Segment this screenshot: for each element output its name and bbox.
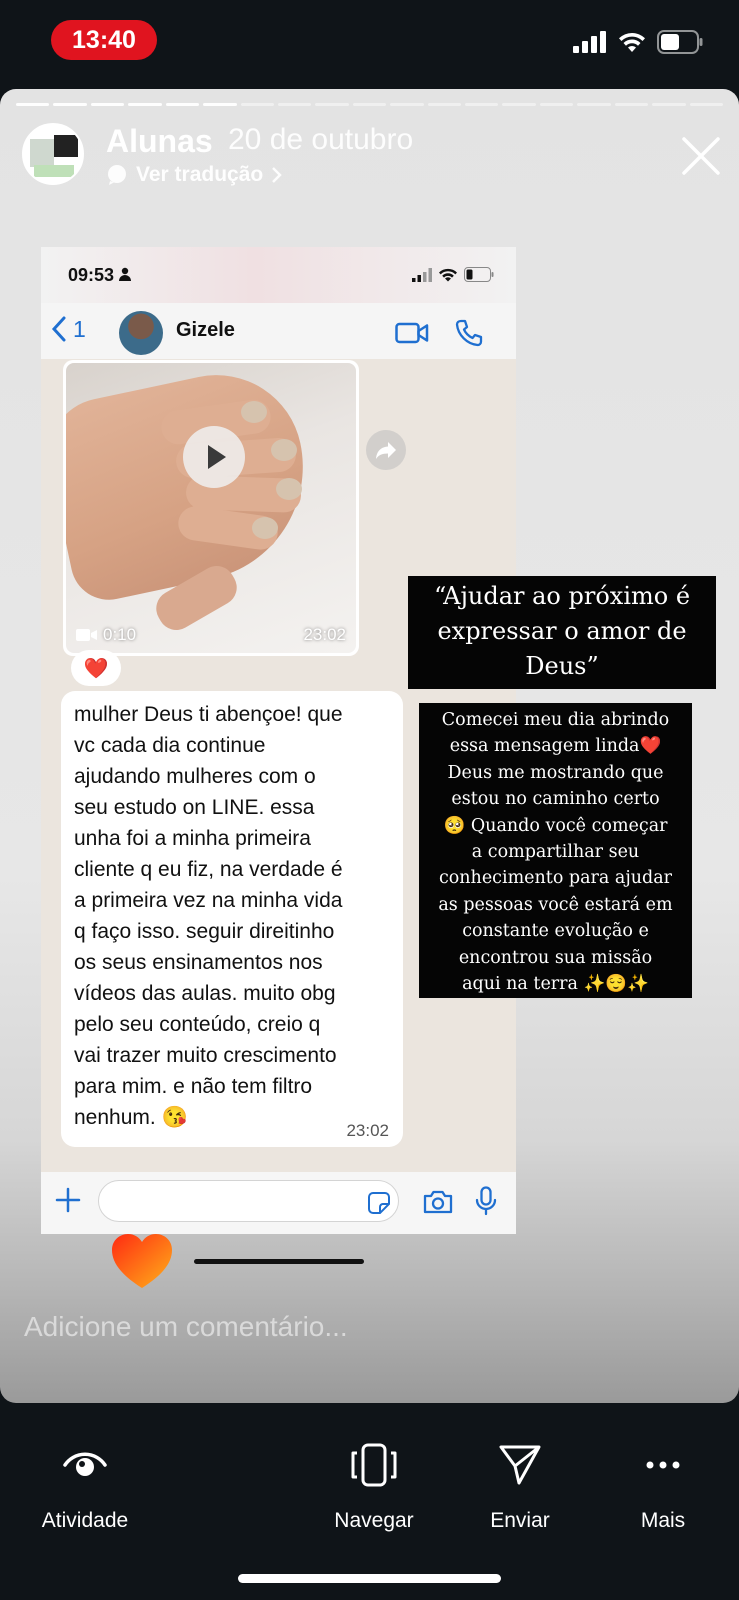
play-icon [208,445,226,469]
translate-bubble-icon [108,165,126,185]
text-message[interactable]: mulher Deus ti abençoe! que vc cada dia … [61,691,403,1147]
wifi-icon [619,32,645,52]
progress-segment [240,103,274,106]
wa-contact-avatar[interactable] [119,311,163,355]
progress-segment [465,103,499,106]
nav-activity[interactable]: Atividade [15,1441,155,1551]
nav-send-label: Enviar [490,1509,550,1532]
caption-overlay: Comecei meu dia abrindo essa mensagem li… [419,703,692,998]
wa-status-bar: 09:53 [41,247,516,303]
story-card[interactable]: Alunas 20 de outubro Ver tradução 09:53 [0,89,739,1403]
progress-segment [277,103,312,106]
story-date: 20 de outubro [228,123,414,156]
account-avatar[interactable] [22,123,84,185]
send-icon [499,1445,541,1485]
progress-segment [652,103,686,106]
eye-icon [63,1452,107,1476]
video-call-icon[interactable] [395,321,429,345]
progress-segment [315,103,349,106]
wa-signal-icon [412,267,432,282]
nav-more-label: Mais [640,1509,686,1532]
quote-overlay: “Ajudar ao próximo é expressar o amor de… [408,576,716,689]
progress-segment [390,103,424,106]
nav-send[interactable]: Enviar [450,1441,590,1551]
wa-message-input[interactable] [98,1180,399,1222]
battery-icon [657,30,703,54]
video-thumbnail: 0:10 23:02 [66,363,356,653]
instagram-story-screen: 13:40 Alunas 20 de outubro Ver tradução … [0,0,739,1600]
cellular-signal-icon [573,31,606,53]
close-icon[interactable] [680,135,722,177]
nav-browse-label: Navegar [334,1509,414,1532]
wa-input-bar [41,1172,516,1234]
progress-segment [90,103,125,106]
progress-segment [502,103,536,106]
wa-battery-icon [464,267,494,282]
video-message[interactable]: 0:10 23:02 [63,360,359,656]
comment-input[interactable]: Adicione um comentário... [24,1311,714,1355]
status-bar: 13:40 [0,0,739,86]
story-header: Alunas 20 de outubro Ver tradução [22,123,722,193]
video-duration: 0:10 [76,625,136,645]
progress-segment [539,103,574,106]
nav-browse[interactable]: Navegar [304,1441,444,1551]
message-text: mulher Deus ti abençoe! que vc cada dia … [74,703,343,1129]
play-button[interactable] [183,426,245,488]
message-timestamp: 23:02 [346,1121,389,1140]
forward-button[interactable] [366,430,406,470]
device-icon [351,1443,397,1487]
home-indicator[interactable] [238,1574,501,1583]
wa-chat-header: 1 Gizele [41,303,516,359]
story-progress-bar [16,103,724,106]
progress-segment [128,103,162,106]
heart-sticker-icon [112,1234,172,1288]
wa-status-time: 09:53 [68,265,132,286]
progress-segment [203,103,237,106]
plus-icon[interactable] [54,1186,82,1214]
progress-segment [16,103,50,106]
line-sticker [194,1259,364,1264]
progress-segment [53,103,87,106]
wa-unread-count: 1 [73,315,86,342]
account-name[interactable]: Alunas [106,123,213,160]
wa-contact-name[interactable]: Gizele [176,319,235,342]
wa-back-button[interactable]: 1 [51,315,86,343]
progress-segment [352,103,387,106]
nav-activity-label: Atividade [41,1509,129,1532]
translate-link[interactable]: Ver tradução [106,163,283,187]
wa-system-icons [412,267,494,282]
status-time[interactable]: 13:40 [51,20,157,60]
camera-icon[interactable] [423,1190,453,1214]
phone-icon[interactable] [455,319,483,347]
person-icon [119,267,132,281]
nav-more[interactable]: Mais [593,1441,733,1551]
sticker-icon[interactable] [367,1191,391,1215]
chevron-right-icon [272,167,283,183]
progress-segment [165,103,200,106]
chevron-left-icon [51,316,66,342]
video-camera-icon [76,629,97,641]
translate-label: Ver tradução [136,163,264,186]
forward-icon [376,442,396,459]
progress-segment [689,103,724,106]
heart-reaction[interactable]: ❤️ [71,650,121,686]
bottom-nav: Atividade Navegar Enviar Mais [0,1403,739,1600]
more-icon [646,1461,680,1469]
video-timestamp: 23:02 [303,625,346,644]
system-icons [573,30,703,54]
microphone-icon[interactable] [475,1186,497,1216]
progress-segment [427,103,462,106]
wa-wifi-icon [439,268,457,281]
progress-segment [614,103,649,106]
progress-segment [577,103,611,106]
